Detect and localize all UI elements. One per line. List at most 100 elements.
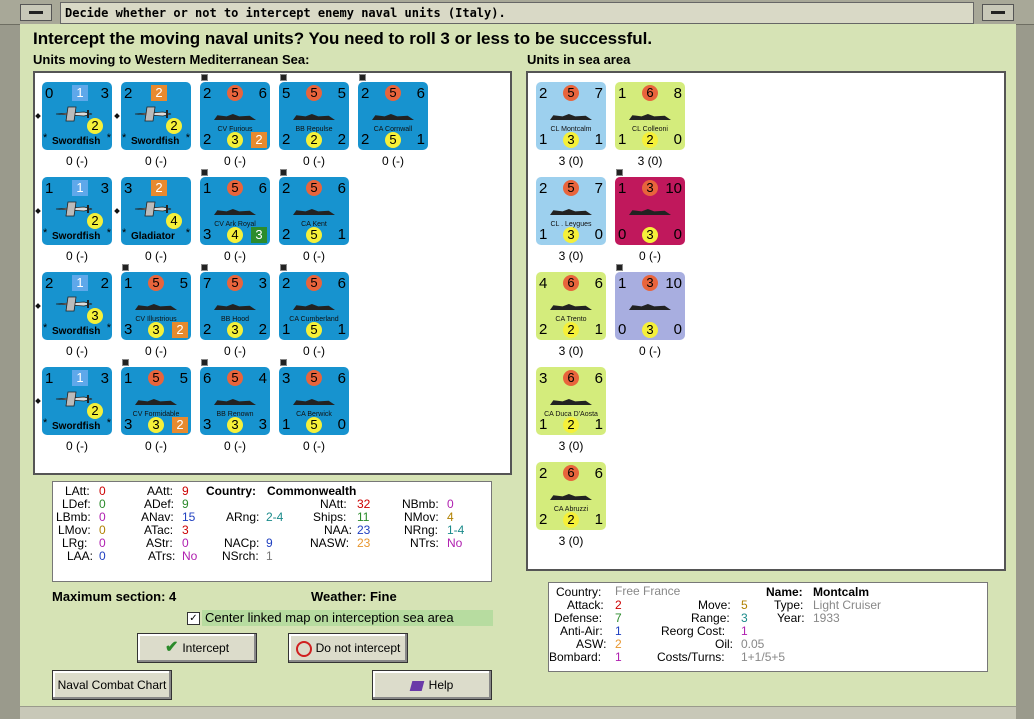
unit-counter[interactable]: 2 6 5 CA Cornwall 2 5 1 [358,82,428,150]
unit-bottom-circle: 3 [227,417,243,433]
unit-counter[interactable]: 2 7 5 CL . Leygues 1 3 0 [536,177,606,245]
unit-counter[interactable]: 1 10 3 0 3 0 [615,177,685,245]
unit-bottom-circle: 3 [227,322,243,338]
unit-count: 3 (0) [558,344,584,358]
unit-top-right: 6 [337,180,346,197]
unit-top-right: 5 [179,275,188,292]
unit-counter[interactable]: 2 2 1 3 Swordfish * * [42,272,112,340]
unit-bottom-right: 1 [594,131,603,148]
unit-top-right: 6 [594,370,603,387]
unit-count: 0 (-) [382,154,404,168]
anav-label: ANav: [141,510,174,524]
unit-top-left: 2 [203,85,212,102]
unit-counter[interactable]: 5 5 5 BB Repulse 2 2 2 [279,82,349,150]
unit-counter[interactable]: 6 4 5 BB Renown 3 3 3 [200,367,270,435]
det-bombard-value: 1 [615,650,622,664]
star-icon: * [106,417,111,429]
unit-counter[interactable]: 1 5 5 CV Illustrious 3 3 2 [121,272,191,340]
unit-bottom-left: 2 [361,131,370,148]
unit-top-left: 7 [203,275,212,292]
unit-top-square: 2 [151,85,167,101]
help-button[interactable]: Help [372,670,492,700]
unit-bottom-left: 2 [203,131,212,148]
astr-label: AStr: [146,536,173,550]
unit-counter[interactable]: 2 6 5 CV Furious 2 3 2 [200,82,270,150]
unit-counter[interactable]: 1 8 6 CL Colleoni 1 2 0 [615,82,685,150]
ship-silhouette-icon [135,304,177,310]
unit-bottom-right: 2 [337,131,346,148]
unit-bottom-square: 2 [251,132,267,148]
naval-combat-chart-button[interactable]: Naval Combat Chart [52,670,172,700]
det-bombard-label: Bombard: [549,650,602,664]
unit-top-left: 2 [539,180,548,197]
unit-count: 3 (0) [558,249,584,263]
unit-attack-circle: 3 [642,275,658,291]
det-attack-value: 2 [615,598,622,612]
unit-counter[interactable]: 4 6 6 CA Trento 2 2 1 [536,272,606,340]
unit-bottom-circle: 3 [563,132,579,148]
unit-top-left: 4 [539,275,548,292]
unit-bottom-circle: 5 [306,227,322,243]
center-map-label[interactable]: Center linked map on interception sea ar… [202,610,493,626]
unit-bottom-circle: 2 [563,322,579,338]
ship-silhouette-icon [550,114,592,120]
intercept-button[interactable]: ✔ Intercept [137,633,257,663]
do-not-intercept-button[interactable]: Do not intercept [288,633,408,663]
natt-label: NAtt: [320,497,347,511]
unit-counter[interactable]: 1 3 1 2 Swordfish * * [42,177,112,245]
star-icon: * [185,227,190,239]
unit-counter[interactable]: 2 6 6 CA Abruzzi 2 2 1 [536,462,606,530]
unit-name: Swordfish [52,136,101,147]
unit-counter[interactable]: 2 6 5 CA Kent 2 5 1 [279,177,349,245]
unit-bottom-right: 0 [337,416,346,433]
center-map-checkbox[interactable]: ✓ [187,612,200,625]
unit-top-left: 2 [361,85,370,102]
ship-silhouette-icon [293,399,335,405]
close-button[interactable] [982,4,1014,21]
unit-counter[interactable]: 2 7 5 CL Montcalm 1 3 1 [536,82,606,150]
naa-label: NAA: [324,523,353,537]
unit-top-right: 2 [100,275,109,292]
unit-counter[interactable]: 3 6 6 CA Duca D'Aosta 1 2 1 [536,367,606,435]
bottom-scroll-bar[interactable] [20,707,1016,719]
unit-counter[interactable]: 1 6 5 CV Ark Royal 3 4 3 [200,177,270,245]
unit-counter[interactable]: 7 3 5 BB Hood 2 3 2 [200,272,270,340]
ship-silhouette-icon [550,399,592,405]
unit-counter[interactable]: 3 2 4 Gladiator * * [121,177,191,245]
nmov-label: NMov: [404,510,439,524]
unit-bottom-square: 3 [251,227,267,243]
unit-top-left: 3 [282,370,291,387]
unit-counter[interactable]: 1 3 1 2 Swordfish * * [42,367,112,435]
unit-top-right: 6 [258,180,267,197]
unit-count: 0 (-) [66,439,88,453]
unit-top-square: 1 [72,370,88,386]
star-icon: * [43,417,48,429]
unit-counter[interactable]: 2 6 5 CA Cumberland 1 5 1 [279,272,349,340]
unit-bottom-left: 2 [539,511,548,528]
minimize-button[interactable] [20,4,52,21]
nasw-value: 23 [357,536,371,550]
det-defense-label: Defense: [554,611,603,625]
ship-silhouette-icon [550,494,592,500]
unit-counter[interactable]: 0 3 1 2 Swordfish * * [42,82,112,150]
unit-counter[interactable]: 2 2 2 Swordfish * * [121,82,191,150]
weather: Weather: Fine [311,589,397,604]
unit-bottom-left: 1 [539,226,548,243]
unit-count: 3 (0) [637,154,663,168]
unit-name: Swordfish [52,326,101,337]
unit-bottom-right: 1 [337,321,346,338]
flag-icon [201,359,208,366]
unit-top-right: 3 [100,370,109,387]
unit-counter[interactable]: 3 6 5 CA Berwick 1 5 0 [279,367,349,435]
unit-counter[interactable]: 1 10 3 0 3 0 [615,272,685,340]
unit-attack-circle: 6 [563,370,579,386]
star-icon: * [106,322,111,334]
unit-attack-circle: 5 [227,275,243,291]
det-attack-label: Attack: [567,598,604,612]
unit-bottom-left: 3 [124,416,133,433]
unit-attack-circle: 5 [306,370,322,386]
ship-silhouette-icon [629,209,671,215]
unit-top-right: 3 [258,275,267,292]
unit-attack-circle: 6 [563,275,579,291]
unit-counter[interactable]: 1 5 5 CV Formidable 3 3 2 [121,367,191,435]
